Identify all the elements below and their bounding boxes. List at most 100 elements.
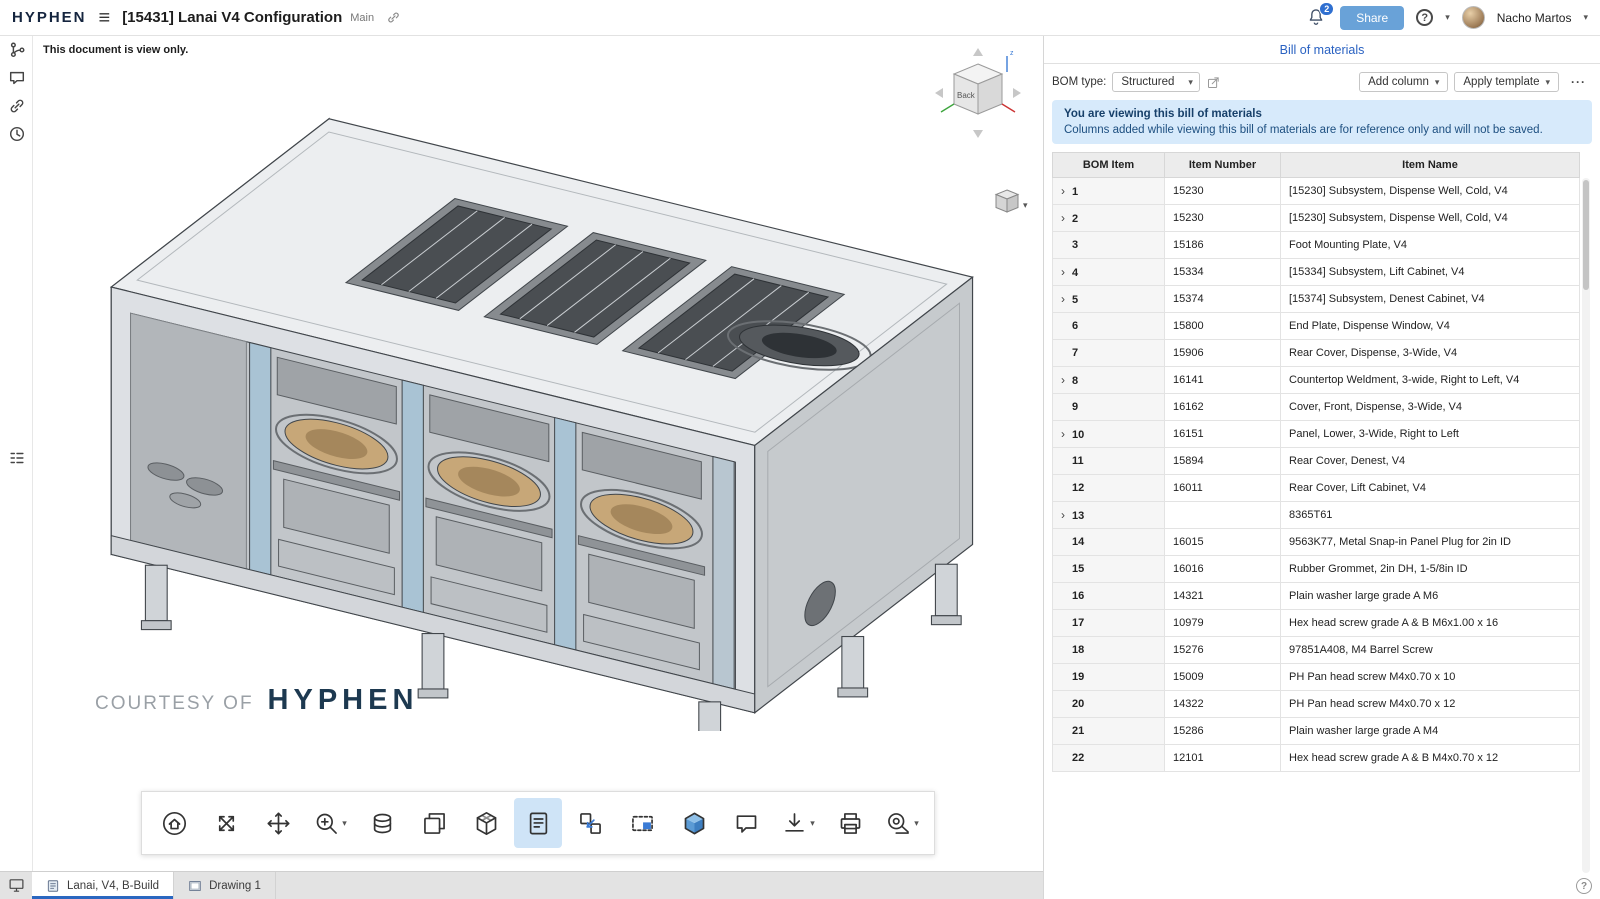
- expand-arrow-icon[interactable]: ›: [1061, 427, 1072, 441]
- table-row[interactable]: 14 16015 9563K77, Metal Snap-in Panel Pl…: [1053, 529, 1580, 556]
- bom-item-cell[interactable]: 19: [1053, 664, 1165, 691]
- pan-button[interactable]: [254, 798, 302, 848]
- table-row[interactable]: 12 16011 Rear Cover, Lift Cabinet, V4: [1053, 475, 1580, 502]
- chevron-down-icon[interactable]: ▾: [914, 818, 919, 829]
- table-row[interactable]: ›5 15374 [15374] Subsystem, Denest Cabin…: [1053, 286, 1580, 313]
- expand-arrow-icon[interactable]: ›: [1061, 508, 1072, 522]
- bom-item-cell[interactable]: ›1: [1053, 178, 1165, 205]
- chevron-down-icon[interactable]: ▾: [810, 818, 815, 829]
- bom-item-cell[interactable]: 3: [1053, 232, 1165, 259]
- expand-arrow-icon[interactable]: ›: [1061, 211, 1072, 225]
- zoom-button[interactable]: ▾: [306, 798, 354, 848]
- table-row[interactable]: ›4 15334 [15334] Subsystem, Lift Cabinet…: [1053, 259, 1580, 286]
- bom-item-cell[interactable]: ›2: [1053, 205, 1165, 232]
- bom-item-cell[interactable]: 21: [1053, 718, 1165, 745]
- manage-tabs-button[interactable]: [0, 872, 32, 899]
- tab-drawing-1[interactable]: Drawing 1: [174, 872, 276, 899]
- table-row[interactable]: 6 15800 End Plate, Dispense Window, V4: [1053, 313, 1580, 340]
- expand-arrow-icon[interactable]: ›: [1061, 292, 1072, 306]
- column-header-item-number[interactable]: Item Number: [1165, 153, 1281, 178]
- table-row[interactable]: ›10 16151 Panel, Lower, 3-Wide, Right to…: [1053, 421, 1580, 448]
- bom-item-cell[interactable]: 11: [1053, 448, 1165, 475]
- table-row[interactable]: 20 14322 PH Pan head screw M4x0.70 x 12: [1053, 691, 1580, 718]
- print-button[interactable]: [826, 798, 874, 848]
- bom-item-cell[interactable]: ›10: [1053, 421, 1165, 448]
- add-column-button[interactable]: Add column ▾: [1359, 72, 1448, 92]
- isometric-button[interactable]: [670, 798, 718, 848]
- bom-item-cell[interactable]: 12: [1053, 475, 1165, 502]
- named-views-button[interactable]: [410, 798, 458, 848]
- rotate-button[interactable]: [202, 798, 250, 848]
- bom-item-cell[interactable]: ›13: [1053, 502, 1165, 529]
- references-button[interactable]: [0, 92, 33, 120]
- apply-template-button[interactable]: Apply template ▾: [1454, 72, 1559, 92]
- turntable-button[interactable]: [358, 798, 406, 848]
- view-options-button[interactable]: ▾: [996, 190, 1028, 212]
- table-row[interactable]: 15 16016 Rubber Grommet, 2in DH, 1-5/8in…: [1053, 556, 1580, 583]
- chevron-down-icon[interactable]: ▾: [1023, 200, 1028, 210]
- help-chevron-down-icon[interactable]: ▾: [1445, 12, 1450, 23]
- table-row[interactable]: 18 15276 97851A408, M4 Barrel Screw: [1053, 637, 1580, 664]
- bom-item-cell[interactable]: 9: [1053, 394, 1165, 421]
- bom-help-button[interactable]: ?: [1576, 878, 1592, 894]
- table-row[interactable]: 17 10979 Hex head screw grade A & B M6x1…: [1053, 610, 1580, 637]
- help-button[interactable]: ?: [1416, 9, 1433, 26]
- notifications-button[interactable]: 2: [1306, 7, 1328, 29]
- versions-button[interactable]: [0, 36, 33, 64]
- table-row[interactable]: 22 12101 Hex head screw grade A & B M4x0…: [1053, 745, 1580, 772]
- bom-item-cell[interactable]: 15: [1053, 556, 1165, 583]
- table-row[interactable]: ›13 8365T61: [1053, 502, 1580, 529]
- main-menu-icon[interactable]: ≡: [99, 8, 111, 28]
- measure-button[interactable]: ▾: [878, 798, 926, 848]
- bom-type-dropdown[interactable]: Structured ▾: [1112, 72, 1200, 92]
- expand-arrow-icon[interactable]: ›: [1061, 265, 1072, 279]
- table-row[interactable]: 9 16162 Cover, Front, Dispense, 3-Wide, …: [1053, 394, 1580, 421]
- model-canvas[interactable]: This document is view only.: [33, 36, 1043, 871]
- history-button[interactable]: [0, 120, 33, 148]
- export-button[interactable]: ▾: [774, 798, 822, 848]
- expand-arrow-icon[interactable]: ›: [1061, 373, 1072, 387]
- table-row[interactable]: 3 15186 Foot Mounting Plate, V4: [1053, 232, 1580, 259]
- bom-item-cell[interactable]: 22: [1053, 745, 1165, 772]
- copy-views-button[interactable]: [566, 798, 614, 848]
- bom-item-cell[interactable]: 14: [1053, 529, 1165, 556]
- workspace-label[interactable]: Main: [350, 12, 374, 24]
- chevron-down-icon[interactable]: ▾: [342, 818, 347, 829]
- expand-arrow-icon[interactable]: ›: [1061, 184, 1072, 198]
- bom-item-cell[interactable]: ›4: [1053, 259, 1165, 286]
- bom-scrollbar[interactable]: [1582, 178, 1590, 873]
- bom-item-cell[interactable]: 18: [1053, 637, 1165, 664]
- model-render[interactable]: [37, 51, 1027, 731]
- table-row[interactable]: ›8 16141 Countertop Weldment, 3-wide, Ri…: [1053, 367, 1580, 394]
- bom-scrollbar-thumb[interactable]: [1583, 180, 1589, 290]
- table-row[interactable]: ›1 15230 [15230] Subsystem, Dispense Wel…: [1053, 178, 1580, 205]
- avatar[interactable]: [1462, 6, 1485, 29]
- table-row[interactable]: 19 15009 PH Pan head screw M4x0.70 x 10: [1053, 664, 1580, 691]
- table-row[interactable]: 11 15894 Rear Cover, Denest, V4: [1053, 448, 1580, 475]
- view-cube[interactable]: Back z ▾: [923, 42, 1035, 218]
- table-row[interactable]: 21 15286 Plain washer large grade A M4: [1053, 718, 1580, 745]
- bom-item-cell[interactable]: ›5: [1053, 286, 1165, 313]
- table-row[interactable]: ›2 15230 [15230] Subsystem, Dispense Wel…: [1053, 205, 1580, 232]
- bom-item-cell[interactable]: 20: [1053, 691, 1165, 718]
- bom-item-cell[interactable]: 17: [1053, 610, 1165, 637]
- column-header-item-name[interactable]: Item Name: [1281, 153, 1580, 178]
- bom-item-cell[interactable]: 7: [1053, 340, 1165, 367]
- open-in-new-icon[interactable]: [1206, 75, 1221, 90]
- bom-button[interactable]: [514, 798, 562, 848]
- share-button[interactable]: Share: [1340, 6, 1404, 30]
- link-icon[interactable]: [386, 10, 401, 25]
- model-tree-toggle[interactable]: [0, 444, 33, 472]
- exploded-view-button[interactable]: [462, 798, 510, 848]
- bom-item-cell[interactable]: ›8: [1053, 367, 1165, 394]
- viewcube-face-label[interactable]: Back: [957, 91, 976, 100]
- user-chevron-down-icon[interactable]: ▾: [1583, 12, 1588, 23]
- more-options-icon[interactable]: ···: [1565, 72, 1592, 92]
- comment-button[interactable]: [722, 798, 770, 848]
- home-button[interactable]: [150, 798, 198, 848]
- bom-item-cell[interactable]: 6: [1053, 313, 1165, 340]
- column-header-bom-item[interactable]: BOM Item: [1053, 153, 1165, 178]
- section-button[interactable]: [618, 798, 666, 848]
- bom-item-cell[interactable]: 16: [1053, 583, 1165, 610]
- comments-button[interactable]: [0, 64, 33, 92]
